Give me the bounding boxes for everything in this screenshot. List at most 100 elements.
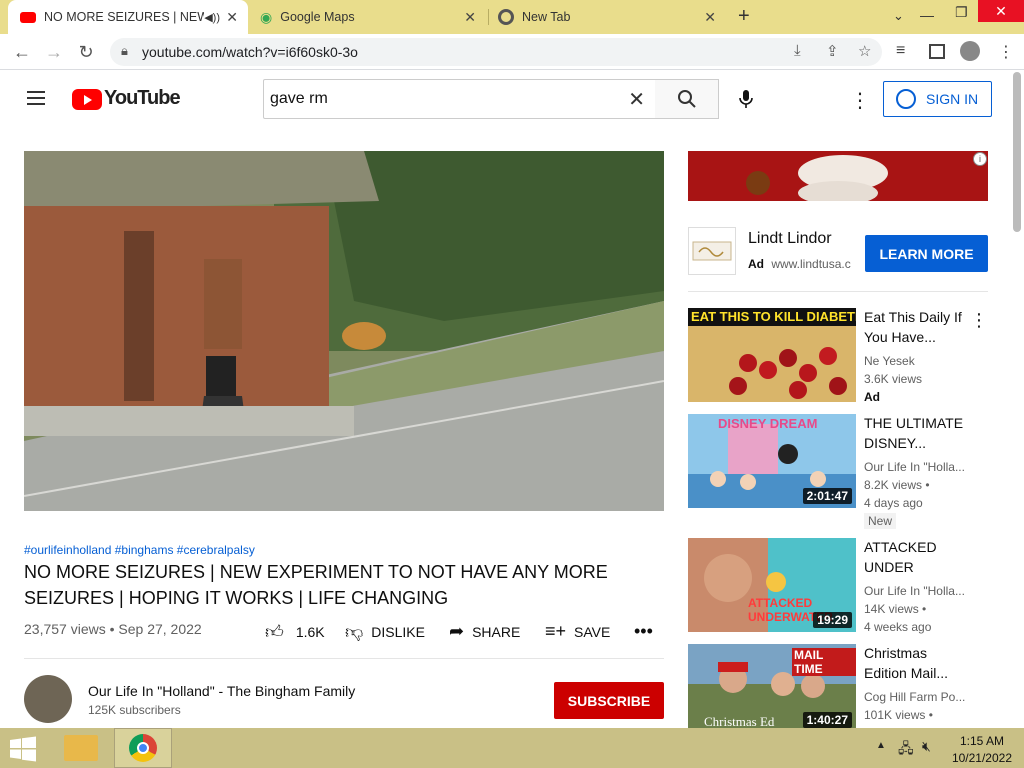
- profile-avatar-icon[interactable]: [960, 41, 980, 61]
- install-icon[interactable]: ⤓: [794, 42, 801, 59]
- video-title: NO MORE SEIZURES | NEW EXPERIMENT TO NOT…: [24, 562, 608, 608]
- recommendation-title[interactable]: THE ULTIMATE DISNEY...: [864, 413, 968, 453]
- lock-icon[interactable]: 🔒︎: [121, 43, 128, 59]
- tab-title: Google Maps: [280, 10, 355, 24]
- learn-more-button[interactable]: LEARN MORE: [865, 235, 988, 272]
- tab-google-maps[interactable]: ◉ Google Maps ✕: [250, 0, 486, 34]
- ad-advertiser-name[interactable]: Lindt Lindor: [748, 230, 832, 248]
- youtube-logo-text[interactable]: YouTube: [104, 87, 181, 110]
- system-clock[interactable]: 1:15 AM 10/21/2022: [952, 733, 1012, 767]
- recommendation-thumbnail[interactable]: ATTACKED UNDERWATER 19:29: [688, 538, 856, 632]
- recommendation-channel[interactable]: Our Life In "Holla...: [864, 460, 965, 474]
- more-actions-icon[interactable]: •••: [634, 621, 653, 642]
- thumbnail-text: EAT THIS TO KILL DIABETES: [691, 309, 856, 324]
- recommendation-channel[interactable]: Our Life In "Holla...: [864, 584, 965, 598]
- video-player[interactable]: [24, 151, 664, 511]
- ad-meta: Ad www.lindtusa.c: [748, 257, 851, 271]
- chrome-taskbar-button[interactable]: [114, 728, 172, 768]
- close-window-icon[interactable]: ✕: [978, 0, 1024, 22]
- share-label: SHARE: [472, 623, 521, 640]
- dislike-button[interactable]: 👎︎ DISLIKE: [345, 621, 425, 643]
- windows-taskbar: ▲ 🖧︎ 🔇︎ 1:15 AM 10/21/2022: [0, 728, 1024, 768]
- voice-search-button[interactable]: [730, 83, 762, 115]
- search-box[interactable]: gave rm ✕: [263, 79, 656, 119]
- tab-search-chevron-icon[interactable]: ⌄: [893, 8, 904, 24]
- channel-avatar[interactable]: [24, 675, 72, 723]
- ad-banner-art: [688, 151, 988, 201]
- reload-icon[interactable]: ↻: [70, 34, 102, 70]
- show-hidden-icons-icon[interactable]: ▲: [876, 740, 886, 751]
- page-scrollbar[interactable]: [1013, 72, 1021, 232]
- new-tab-icon[interactable]: +: [738, 5, 750, 28]
- network-icon[interactable]: 🖧︎: [898, 738, 914, 762]
- tab-title: New Tab: [522, 10, 571, 24]
- like-button[interactable]: 👍︎ 1.6K: [265, 621, 325, 643]
- thumbs-up-icon: 👍︎: [265, 622, 284, 642]
- browser-tab-strip: NO MORE SEIZURES | NEW E ◀)) ✕ ◉ Google …: [0, 0, 1024, 34]
- chrome-menu-icon[interactable]: ⋮: [998, 42, 1014, 62]
- video-duration: 1:40:27: [802, 712, 852, 728]
- speaker-icon[interactable]: ◀)): [204, 11, 220, 24]
- close-tab-icon[interactable]: ✕: [226, 9, 238, 26]
- recommendation-thumbnail[interactable]: MAIL TIME Christmas Ed 1:40:27: [688, 644, 856, 728]
- settings-dots-icon[interactable]: ⋮: [850, 88, 870, 113]
- advertiser-logo[interactable]: [688, 227, 736, 275]
- dislike-label: DISLIKE: [371, 624, 425, 640]
- sign-in-button[interactable]: SIGN IN: [883, 81, 992, 117]
- subscribe-button[interactable]: SUBSCRIBE: [554, 682, 664, 719]
- thumbnail-text: ATTACKED UNDERWATER: [748, 596, 833, 624]
- recommendation-thumbnail[interactable]: DISNEY DREAM 2:01:47: [688, 414, 856, 508]
- address-bar[interactable]: 🔒︎ youtube.com/watch?v=i6f60sk0-3o ⤓ ⇪ ☆: [110, 38, 882, 66]
- save-label: SAVE: [574, 623, 611, 640]
- share-page-icon[interactable]: ⇪: [826, 42, 839, 60]
- recommendation-views: 8.2K views •: [864, 478, 930, 492]
- ad-label: Ad: [748, 257, 764, 271]
- maps-pin-icon: ◉: [260, 8, 273, 25]
- save-button[interactable]: ≡+ SAVE: [545, 621, 610, 642]
- windows-start-icon[interactable]: [8, 736, 38, 762]
- close-tab-icon[interactable]: ✕: [704, 9, 716, 26]
- recommendation-title[interactable]: ATTACKED UNDER WATE...: [864, 537, 968, 577]
- sign-in-label: SIGN IN: [926, 91, 979, 107]
- clear-search-icon[interactable]: ✕: [628, 87, 645, 112]
- bookmark-star-icon[interactable]: ☆: [858, 42, 871, 60]
- tab-youtube[interactable]: NO MORE SEIZURES | NEW E ◀)) ✕: [8, 0, 248, 34]
- recommendation-title[interactable]: Christmas Edition Mail...: [864, 643, 968, 683]
- url-text[interactable]: youtube.com/watch?v=i6f60sk0-3o: [142, 44, 358, 60]
- volume-muted-icon[interactable]: 🔇︎: [922, 738, 931, 755]
- video-hashtags[interactable]: #ourlifeinholland #binghams #cerebralpal…: [24, 543, 255, 557]
- search-input[interactable]: gave rm: [270, 90, 328, 108]
- youtube-logo-icon[interactable]: [72, 89, 102, 110]
- recommendation-thumbnail[interactable]: EAT THIS TO KILL DIABETES: [688, 308, 856, 402]
- close-tab-icon[interactable]: ✕: [464, 9, 476, 26]
- chrome-icon: [498, 9, 514, 25]
- ad-info-icon[interactable]: i: [973, 152, 987, 166]
- account-circle-icon: [896, 89, 916, 109]
- restore-icon[interactable]: ❐: [955, 4, 968, 21]
- lindt-logo-image: [692, 241, 732, 261]
- file-explorer-icon[interactable]: [64, 735, 98, 761]
- video-duration: 19:29: [813, 612, 852, 628]
- forward-icon[interactable]: →: [38, 34, 70, 70]
- subscriber-count: 125K subscribers: [88, 703, 181, 717]
- side-panel-icon[interactable]: [929, 44, 945, 59]
- ad-banner-image[interactable]: [688, 151, 988, 201]
- channel-name[interactable]: Our Life In "Holland" - The Bingham Fami…: [88, 683, 355, 699]
- recommendation-channel[interactable]: Ne Yesek: [864, 354, 915, 368]
- more-options-icon[interactable]: ⋮: [970, 310, 988, 331]
- video-views-date: 23,757 views • Sep 27, 2022: [24, 621, 202, 637]
- recommendation-channel[interactable]: Cog Hill Farm Po...: [864, 690, 965, 704]
- tab-new-tab[interactable]: New Tab ✕: [490, 0, 726, 34]
- tab-title: NO MORE SEIZURES | NEW E: [44, 10, 204, 24]
- chrome-icon: [129, 734, 157, 762]
- recommendation-title[interactable]: Eat This Daily If You Have...: [864, 307, 968, 347]
- media-controls-icon[interactable]: ≡: [896, 42, 905, 60]
- divider: [24, 658, 664, 659]
- back-icon[interactable]: ←: [6, 34, 38, 70]
- search-button[interactable]: [655, 79, 719, 119]
- hamburger-menu-icon[interactable]: [27, 87, 45, 109]
- clock-time: 1:15 AM: [959, 734, 1004, 748]
- like-count: 1.6K: [295, 624, 325, 640]
- minimize-icon[interactable]: —: [920, 7, 934, 23]
- share-button[interactable]: ➦ SHARE: [449, 621, 520, 642]
